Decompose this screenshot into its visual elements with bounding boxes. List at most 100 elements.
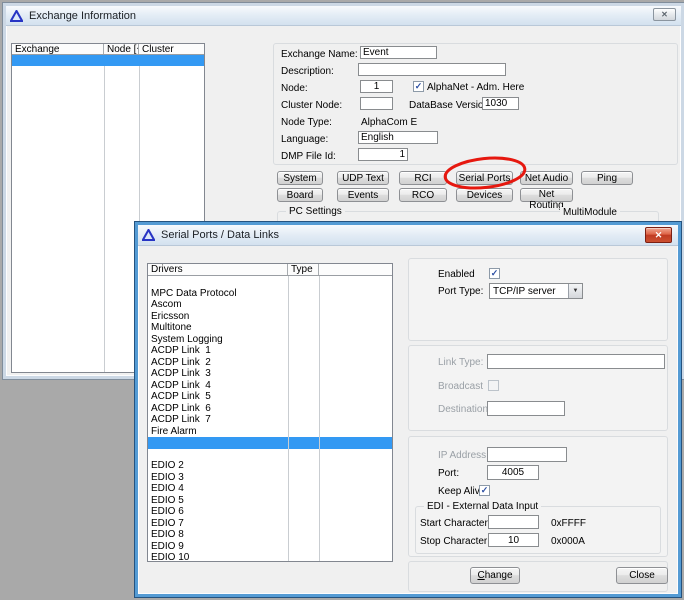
list-item[interactable]: Inter Module <box>148 426 392 438</box>
exchange-action-button[interactable]: Net Routing <box>520 188 573 202</box>
link-type-label: Link Type: <box>438 357 483 368</box>
start-character-input[interactable] <box>488 515 539 529</box>
list-item[interactable]: ACDP Link 1 <box>148 334 392 346</box>
exchange-table-header[interactable]: Exchange Node [+] Cluster <box>12 44 204 55</box>
multimodule-label: MultiModule <box>560 207 620 218</box>
list-item[interactable]: EDIO 9 <box>148 529 392 541</box>
alphanet-checkbox[interactable] <box>413 81 424 92</box>
port-label: Port: <box>438 468 459 479</box>
list-item[interactable]: EDIO 1 Srv <box>148 437 392 449</box>
list-item[interactable]: EDIO 10 <box>148 541 392 553</box>
exchange-dialog-titlebar[interactable]: Exchange Information ✕ <box>6 6 681 26</box>
keep-alive-checkbox[interactable] <box>479 485 490 496</box>
list-item[interactable]: ACDP Link 6 <box>148 391 392 403</box>
start-character-label: Start Character: <box>420 518 491 529</box>
database-version-input[interactable] <box>482 97 519 110</box>
change-button[interactable]: Change <box>470 567 520 584</box>
list-item[interactable]: EDIO 4 <box>148 472 392 484</box>
exchange-name-input[interactable] <box>360 46 437 59</box>
column-header-exchange[interactable]: Exchange <box>12 44 104 54</box>
dmp-file-id-input[interactable] <box>358 148 408 161</box>
serial-dialog-titlebar[interactable]: Serial Ports / Data Links ✕ <box>138 225 678 246</box>
exchange-action-button[interactable]: RCO <box>399 188 447 202</box>
node-label: Node: <box>281 83 308 94</box>
list-item[interactable]: MPC Data Protocol <box>148 276 392 288</box>
exchange-action-button[interactable]: RCI <box>399 171 447 185</box>
stop-character-hex: 0x000A <box>551 536 585 547</box>
ip-address-label: IP Address: <box>438 450 489 461</box>
description-label: Description: <box>281 66 334 77</box>
list-item[interactable]: Multitone <box>148 311 392 323</box>
exchange-action-button[interactable]: Net Audio <box>520 171 573 185</box>
serial-dialog-title: Serial Ports / Data Links <box>161 229 279 241</box>
broadcast-checkbox[interactable] <box>488 380 499 391</box>
exchange-action-button[interactable]: Ping <box>581 171 633 185</box>
column-separator <box>288 276 289 561</box>
list-item[interactable]: EDIO 8 <box>148 518 392 530</box>
destination-label: Destination: <box>438 404 491 415</box>
column-header-node[interactable]: Node [+] <box>104 44 139 54</box>
close-icon[interactable]: ✕ <box>645 227 672 243</box>
enabled-checkbox[interactable] <box>489 268 500 279</box>
broadcast-label: Broadcast <box>438 381 483 392</box>
list-item[interactable]: EDIO 2 <box>148 449 392 461</box>
stop-character-input[interactable] <box>488 533 539 547</box>
list-item[interactable]: ACDP Link 2 <box>148 345 392 357</box>
alphacom-triangle-icon <box>10 10 23 22</box>
close-icon[interactable]: ✕ <box>653 8 676 21</box>
link-type-input[interactable] <box>487 354 665 369</box>
column-header-cluster[interactable]: Cluster <box>139 44 204 54</box>
exchange-dialog-title: Exchange Information <box>29 10 136 22</box>
list-item[interactable]: ACDP Link 7 <box>148 403 392 415</box>
list-item[interactable]: EDIO 7 <box>148 506 392 518</box>
chevron-down-icon[interactable]: ▼ <box>568 284 582 298</box>
list-item[interactable]: ACDP Link 5 <box>148 380 392 392</box>
list-item[interactable]: EDIO 3 <box>148 460 392 472</box>
list-item[interactable]: ACDP Link 4 <box>148 368 392 380</box>
list-item[interactable]: EDIO 6 <box>148 495 392 507</box>
exchange-action-button[interactable]: Devices <box>456 188 513 202</box>
language-label: Language: <box>281 134 328 145</box>
port-input[interactable] <box>487 465 539 480</box>
list-item[interactable]: ACDP Link 3 <box>148 357 392 369</box>
cluster-node-input[interactable] <box>360 97 393 110</box>
node-input[interactable] <box>360 80 393 93</box>
drivers-list-header[interactable]: Drivers Type <box>148 264 392 276</box>
exchange-table-body: Event 1 <box>12 55 204 66</box>
port-type-select[interactable]: TCP/IP server ▼ <box>489 283 583 299</box>
destination-input[interactable] <box>487 401 565 416</box>
port-type-value: TCP/IP server <box>490 286 568 297</box>
start-character-hex: 0xFFFF <box>551 518 586 529</box>
column-separator <box>104 55 105 372</box>
enabled-label: Enabled <box>438 269 475 280</box>
list-item[interactable]: EDIO 5 <box>148 483 392 495</box>
list-item[interactable]: Fire Alarm <box>148 414 392 426</box>
column-header-blank[interactable] <box>319 264 392 275</box>
drivers-list[interactable]: Drivers Type MPC Data Protocol Ascom Eri… <box>147 263 393 562</box>
exchange-name-label: Exchange Name: <box>281 49 358 60</box>
list-item[interactable]: System Logging <box>148 322 392 334</box>
drivers-list-body: MPC Data Protocol Ascom Ericsson Multito… <box>148 276 392 552</box>
column-header-type[interactable]: Type <box>288 264 319 275</box>
list-item[interactable]: Ascom <box>148 288 392 300</box>
port-type-label: Port Type: <box>438 286 483 297</box>
exchange-action-button[interactable]: System <box>277 171 323 185</box>
cluster-node-label: Cluster Node: <box>281 100 342 111</box>
alphanet-label: AlphaNet - Adm. Here <box>427 82 524 93</box>
table-row[interactable]: Event 1 <box>12 55 204 66</box>
serial-ports-dialog: Serial Ports / Data Links ✕ Drivers Type… <box>135 222 681 597</box>
exchange-action-button[interactable]: Board <box>277 188 323 202</box>
edi-group-label: EDI - External Data Input <box>424 501 541 512</box>
ip-address-input[interactable] <box>487 447 567 462</box>
exchange-action-button[interactable]: Serial Ports <box>456 171 513 185</box>
description-input[interactable] <box>358 63 506 76</box>
exchange-action-button[interactable]: UDP Text <box>337 171 389 185</box>
exchange-buttons-row1: System UDP Text RCI Serial Ports Net Audio Pi… <box>277 171 633 185</box>
node-type-value: AlphaCom E <box>361 117 417 128</box>
exchange-action-button[interactable]: Events <box>337 188 389 202</box>
language-input[interactable] <box>358 131 438 144</box>
alphacom-triangle-icon <box>142 229 155 241</box>
close-button[interactable]: Close <box>616 567 668 584</box>
list-item[interactable]: Ericsson <box>148 299 392 311</box>
column-header-drivers[interactable]: Drivers <box>148 264 288 275</box>
